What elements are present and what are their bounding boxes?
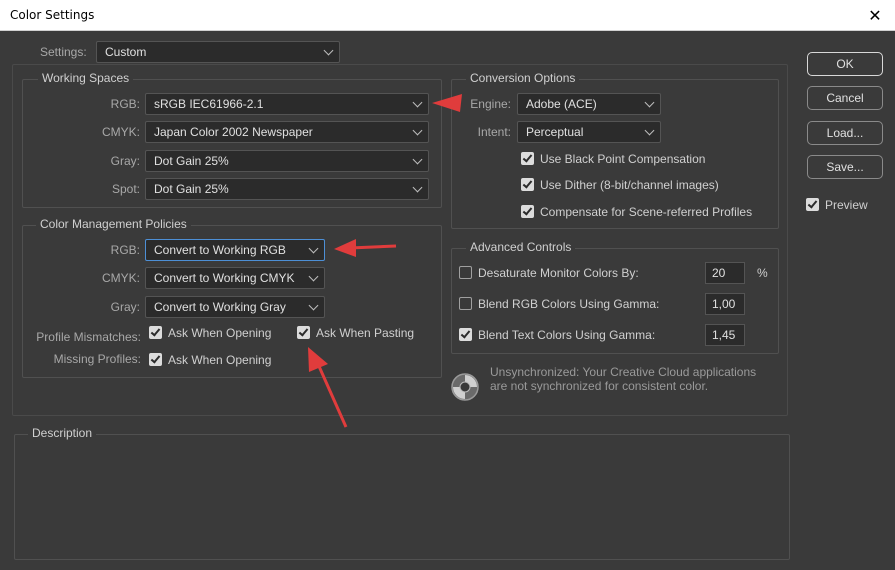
scene-referred-checkbox[interactable] [521, 205, 534, 218]
chevron-down-icon [412, 154, 423, 165]
missing-profiles-label: Missing Profiles: [53, 352, 141, 366]
ws-cmyk-select[interactable]: Japan Color 2002 Newspaper [145, 121, 429, 143]
scene-referred-label: Compensate for Scene-referred Profiles [540, 205, 753, 219]
blend-text-input[interactable]: 1,45 [705, 324, 745, 346]
description-group [14, 434, 790, 560]
chevron-down-icon [644, 125, 655, 136]
preview-checkbox[interactable] [806, 198, 819, 211]
intent-value: Perceptual [526, 125, 584, 139]
engine-select[interactable]: Adobe (ACE) [517, 93, 661, 115]
title-bar: Color Settings ✕ [0, 0, 895, 31]
chevron-down-icon [323, 45, 334, 56]
blend-rgb-label: Blend RGB Colors Using Gamma: [478, 297, 660, 311]
ws-gray-label: Gray: [110, 154, 140, 168]
policy-rgb-select[interactable]: Convert to Working RGB [145, 239, 325, 261]
mismatch-opening-label: Ask When Opening [168, 326, 272, 340]
ws-rgb-value: sRGB IEC61966-2.1 [154, 97, 264, 111]
advanced-legend: Advanced Controls [466, 240, 576, 254]
working-spaces-legend: Working Spaces [38, 71, 134, 85]
blend-rgb-input[interactable]: 1,00 [705, 293, 745, 315]
ws-spot-select[interactable]: Dot Gain 25% [145, 178, 429, 200]
load-button[interactable]: Load... [807, 121, 883, 145]
sync-status-icon [451, 373, 479, 401]
ok-button[interactable]: OK [807, 52, 883, 76]
policy-cmyk-select[interactable]: Convert to Working CMYK [145, 267, 325, 289]
preview-label: Preview [825, 198, 868, 212]
policy-cmyk-value: Convert to Working CMYK [154, 271, 295, 285]
policy-gray-value: Convert to Working Gray [154, 300, 286, 314]
mismatch-pasting-checkbox[interactable] [297, 326, 310, 339]
window-title: Color Settings [10, 8, 95, 22]
missing-opening-label: Ask When Opening [168, 353, 272, 367]
policy-gray-label: Gray: [110, 300, 140, 314]
ws-gray-value: Dot Gain 25% [154, 154, 229, 168]
dither-label: Use Dither (8-bit/channel images) [540, 178, 719, 192]
desaturate-input[interactable]: 20 [705, 262, 745, 284]
policy-gray-select[interactable]: Convert to Working Gray [145, 296, 325, 318]
chevron-down-icon [412, 97, 423, 108]
ws-rgb-label: RGB: [110, 97, 140, 111]
save-button[interactable]: Save... [807, 155, 883, 179]
intent-select[interactable]: Perceptual [517, 121, 661, 143]
sync-note-line2: are not synchronized for consistent colo… [490, 379, 709, 393]
blend-text-label: Blend Text Colors Using Gamma: [478, 328, 656, 342]
blend-rgb-checkbox[interactable] [459, 297, 472, 310]
ws-rgb-select[interactable]: sRGB IEC61966-2.1 [145, 93, 429, 115]
black-point-label: Use Black Point Compensation [540, 152, 706, 166]
policy-cmyk-label: CMYK: [101, 271, 140, 285]
desaturate-checkbox[interactable] [459, 266, 472, 279]
chevron-down-icon [644, 97, 655, 108]
ws-cmyk-value: Japan Color 2002 Newspaper [154, 125, 313, 139]
policy-rgb-value: Convert to Working RGB [154, 243, 286, 257]
policies-legend: Color Management Policies [36, 217, 191, 231]
ws-spot-label: Spot: [111, 182, 140, 196]
black-point-checkbox[interactable] [521, 152, 534, 165]
sync-note-line1: Unsynchronized: Your Creative Cloud appl… [490, 365, 757, 379]
settings-select[interactable]: Custom [96, 41, 340, 63]
engine-value: Adobe (ACE) [526, 97, 597, 111]
dither-checkbox[interactable] [521, 178, 534, 191]
close-icon[interactable]: ✕ [855, 0, 895, 31]
cancel-button[interactable]: Cancel [807, 86, 883, 110]
desaturate-unit: % [757, 266, 768, 280]
missing-opening-checkbox[interactable] [149, 353, 162, 366]
intent-label: Intent: [477, 125, 511, 139]
mismatch-pasting-label: Ask When Pasting [316, 326, 415, 340]
ws-cmyk-label: CMYK: [101, 125, 140, 139]
settings-label: Settings: [40, 45, 87, 59]
chevron-down-icon [412, 182, 423, 193]
chevron-down-icon [308, 271, 319, 282]
chevron-down-icon [412, 125, 423, 136]
description-legend: Description [28, 426, 97, 440]
chevron-down-icon [308, 243, 319, 254]
ws-spot-value: Dot Gain 25% [154, 182, 229, 196]
chevron-down-icon [308, 300, 319, 311]
blend-text-checkbox[interactable] [459, 328, 472, 341]
mismatch-opening-checkbox[interactable] [149, 326, 162, 339]
profile-mismatches-label: Profile Mismatches: [36, 330, 141, 344]
engine-label: Engine: [470, 97, 511, 111]
settings-value: Custom [105, 45, 147, 59]
policy-rgb-label: RGB: [110, 243, 140, 257]
conversion-legend: Conversion Options [466, 71, 580, 85]
ws-gray-select[interactable]: Dot Gain 25% [145, 150, 429, 172]
desaturate-label: Desaturate Monitor Colors By: [478, 266, 639, 280]
